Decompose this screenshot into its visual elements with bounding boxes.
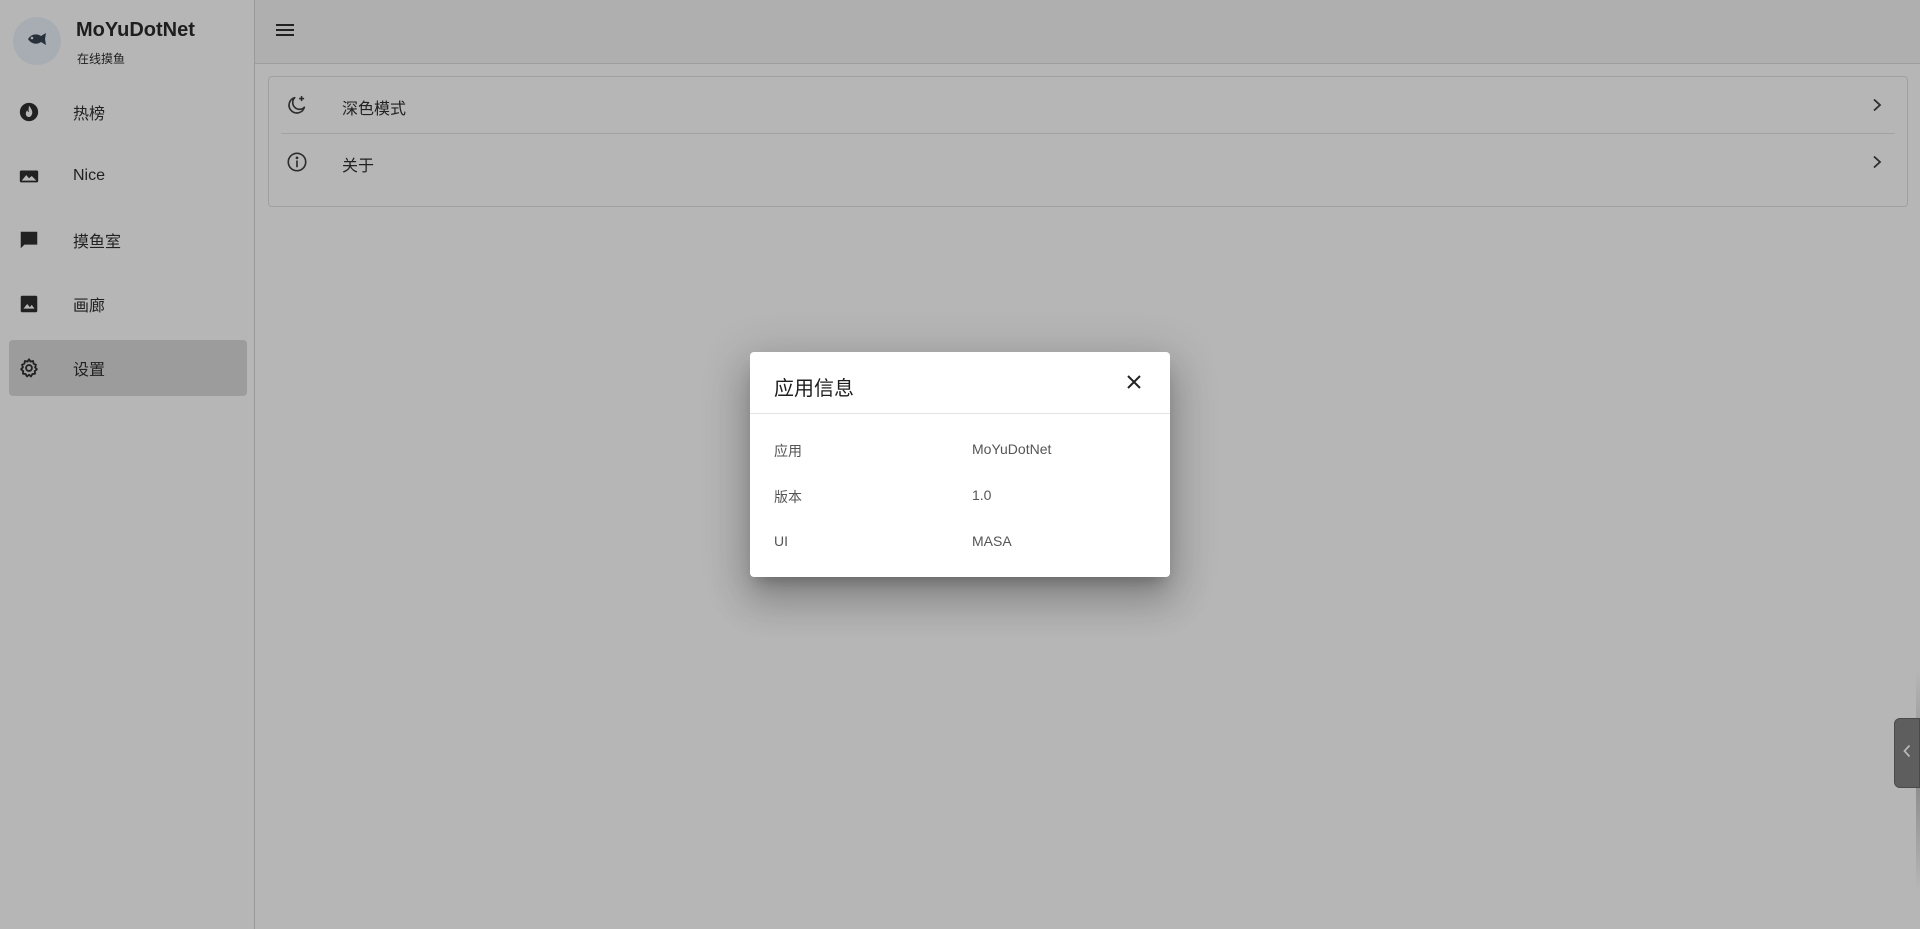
info-row-app: 应用 MoYuDotNet: [774, 441, 1146, 463]
info-row-version: 版本 1.0: [774, 487, 1146, 509]
dialog-title: 应用信息: [774, 378, 854, 400]
info-value: MASA: [972, 533, 1012, 549]
app-info-dialog: 应用信息 应用 MoYuDotNet 版本 1.0 UI MASA: [750, 352, 1170, 577]
info-key: 版本: [774, 489, 802, 505]
info-value: 1.0: [972, 487, 992, 503]
info-key: 应用: [774, 443, 802, 459]
info-key: UI: [774, 533, 788, 549]
close-button[interactable]: [1124, 374, 1144, 394]
info-row-ui: UI MASA: [774, 533, 1146, 555]
info-value: MoYuDotNet: [972, 441, 1052, 457]
dialog-header: 应用信息: [750, 352, 1170, 414]
close-icon: [1126, 374, 1142, 395]
